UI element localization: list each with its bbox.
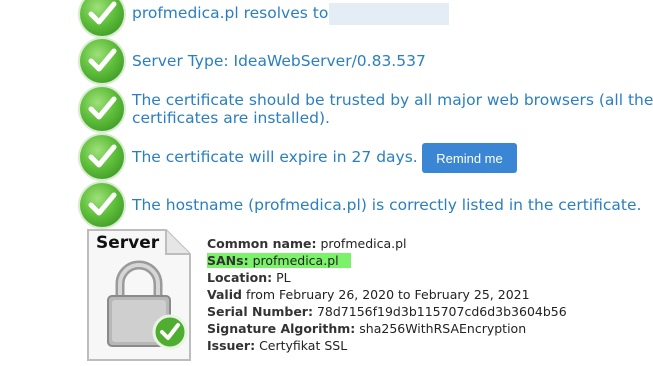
checkmark-icon	[80, 183, 124, 227]
checkmark-icon	[80, 87, 124, 131]
cert-location: Location: PL	[207, 270, 291, 285]
server-type-text: Server Type: IdeaWebServer/0.83.537	[132, 52, 426, 70]
redacted-ip	[329, 3, 449, 25]
checkmark-icon	[80, 0, 124, 36]
cert-sans: SANs: profmedica.pl	[207, 253, 351, 268]
hostname-text: The hostname (profmedica.pl) is correctl…	[132, 196, 642, 214]
cert-common-name: Common name: profmedica.pl	[207, 236, 407, 251]
checkmark-icon	[80, 135, 124, 179]
cert-signature-algorithm: Signature Algorithm: sha256WithRSAEncryp…	[207, 321, 527, 336]
trusted-text-line2: certificates are installed).	[132, 109, 330, 127]
cert-serial: Serial Number: 78d7156f19d3b115707cd6d3b…	[207, 304, 567, 319]
remind-me-button[interactable]: Remind me	[422, 143, 517, 173]
dns-resolve-text: profmedica.pl resolves to	[132, 4, 329, 22]
cert-valid: Valid from February 26, 2020 to February…	[207, 287, 530, 302]
checkmark-icon	[80, 39, 124, 83]
cert-issuer: Issuer: Certyfikat SSL	[207, 338, 348, 353]
expiry-text: The certificate will expire in 27 days.	[132, 148, 418, 166]
server-label: Server	[96, 233, 160, 253]
trusted-text-line1: The certificate should be trusted by all…	[132, 91, 653, 109]
